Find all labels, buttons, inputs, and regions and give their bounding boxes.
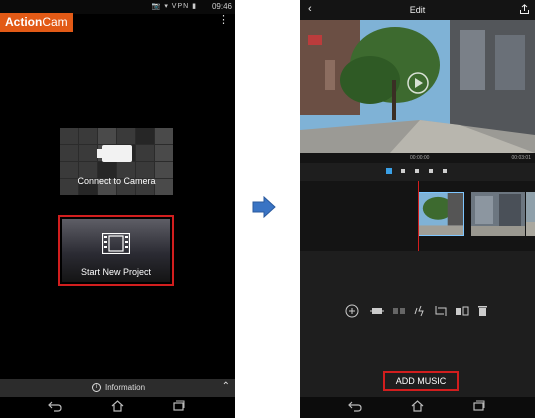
edit-top-bar: ‹ Edit <box>300 0 535 20</box>
home-nav-icon[interactable] <box>411 400 424 412</box>
recent-apps-icon[interactable] <box>173 400 185 411</box>
logo-text-action: Action <box>5 15 43 29</box>
status-time: 09:46 <box>211 2 232 11</box>
mirror-icon <box>456 306 469 316</box>
page-indicator <box>386 168 447 174</box>
back-nav-icon[interactable] <box>48 400 62 412</box>
android-nav-bar <box>300 397 535 418</box>
information-bar[interactable]: i Information ⌃ <box>0 379 235 397</box>
trim-icon <box>370 308 384 314</box>
speed-icon <box>414 305 424 317</box>
left-screen: 📷 ▾ VPN ▮ 09:46 ActionCam ⋮ Connect to C… <box>0 0 235 418</box>
current-time: 00:00:00 <box>410 155 430 161</box>
recent-apps-icon[interactable] <box>473 400 485 411</box>
film-strip-icon <box>102 233 130 254</box>
playhead[interactable] <box>418 181 419 251</box>
export-icon[interactable] <box>520 4 529 14</box>
video-preview[interactable] <box>300 20 535 153</box>
logo-text-cam: Cam <box>42 15 68 29</box>
total-time: 00:03:01 <box>511 155 531 161</box>
add-clip-icon <box>345 304 359 318</box>
clip-thumbnail-1[interactable] <box>418 192 464 236</box>
delete-icon <box>478 306 487 316</box>
chevron-up-icon[interactable]: ⌃ <box>222 381 230 392</box>
info-icon: i <box>92 383 101 392</box>
camera-icon <box>97 145 132 162</box>
crop-icon <box>435 306 447 316</box>
playback-time-bar[interactable]: 00:00:00 00:03:01 <box>300 153 535 163</box>
split-icon <box>393 308 405 314</box>
start-new-project-button[interactable]: Start New Project <box>58 215 174 286</box>
right-screen: ‹ Edit 00:00:00 00:03:01 ADD MUSIC <box>300 0 535 418</box>
connect-to-camera-button[interactable]: Connect to Camera <box>60 128 173 195</box>
add-music-button[interactable]: ADD MUSIC <box>383 371 459 391</box>
app-logo: ActionCam <box>0 13 73 32</box>
information-label: Information <box>105 383 146 392</box>
overflow-menu-icon[interactable]: ⋮ <box>218 15 229 26</box>
start-background: Start New Project <box>62 219 170 282</box>
start-label: Start New Project <box>80 267 152 277</box>
clip-timeline[interactable] <box>300 181 535 251</box>
edit-title: Edit <box>409 5 426 15</box>
status-bar: 📷 ▾ VPN ▮ 09:46 <box>0 0 235 14</box>
android-nav-bar <box>0 397 235 418</box>
connect-label: Connect to Camera <box>77 176 156 186</box>
status-icons: 📷 ▾ VPN ▮ <box>151 3 197 10</box>
back-nav-icon[interactable] <box>348 400 362 412</box>
clip-thumbnail-2[interactable] <box>471 192 525 236</box>
transition-arrow-icon <box>252 196 276 218</box>
home-nav-icon[interactable] <box>111 400 124 412</box>
clip-thumbnail-3[interactable] <box>526 192 535 236</box>
edit-toolbar <box>345 304 487 318</box>
